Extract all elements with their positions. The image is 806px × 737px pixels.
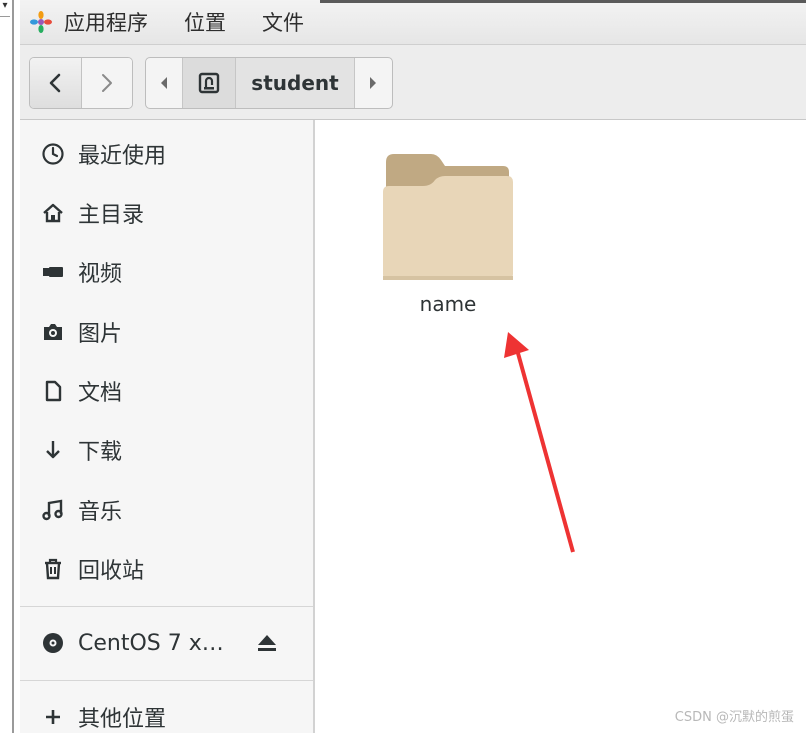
path-home-button[interactable] [182,58,236,108]
arrow-shaft [514,345,575,553]
path-bar: student [145,57,393,109]
sidebar-item-trash[interactable]: 回收站 [20,549,313,589]
sidebar-item-label: 回收站 [78,559,145,584]
sidebar-item-label: 其他位置 [78,707,167,732]
forward-button[interactable] [81,58,132,108]
sidebar-item-label: 主目录 [78,203,145,228]
path-scroll-left-button[interactable] [146,58,182,108]
video-icon [40,259,66,285]
chevron-left-icon [49,73,61,93]
eject-icon[interactable] [256,633,278,653]
sidebar: 最近使用 主目录 视频 图片 文档 下载 音乐 回收站 CentOS 7 x… … [20,120,315,733]
file-view: name CSDN @沉默的煎蛋 [315,120,806,733]
clock-icon [40,141,66,167]
home-icon [40,200,66,226]
document-icon [40,378,66,404]
top-menubar: 应用程序 位置 文件 [20,0,806,45]
plus-icon [40,704,66,730]
watermark: CSDN @沉默的煎蛋 [674,710,794,725]
path-scroll-right-button[interactable] [355,58,391,108]
sidebar-item-recent[interactable]: 最近使用 [20,134,313,174]
sidebar-item-label: 视频 [78,262,123,287]
sidebar-item-other-locations[interactable]: 其他位置 [20,697,313,737]
toolbar: student [20,45,806,120]
menu-file[interactable]: 文件 [262,7,304,37]
sidebar-item-videos[interactable]: 视频 [20,252,313,292]
sidebar-separator [20,680,313,681]
sidebar-item-documents[interactable]: 文档 [20,371,313,411]
trash-icon [40,556,66,582]
sidebar-item-label: 图片 [78,322,123,347]
disc-icon [40,630,66,656]
sidebar-separator [20,606,313,607]
menubar-top-line [320,0,806,3]
download-icon [40,437,66,463]
back-button[interactable] [30,58,82,108]
sidebar-item-downloads[interactable]: 下载 [20,430,313,470]
sidebar-item-label: 音乐 [78,500,123,525]
sidebar-item-pictures[interactable]: 图片 [20,312,313,352]
sidebar-item-label: 文档 [78,381,123,406]
sidebar-item-label: 最近使用 [78,144,167,169]
chevron-right-icon [101,74,112,92]
sidebar-item-label: 下载 [78,440,123,465]
menu-applications[interactable]: 应用程序 [64,7,148,37]
camera-icon [40,319,66,345]
window-edge: ▾ [0,0,14,733]
sidebar-item-home[interactable]: 主目录 [20,193,313,233]
applications-icon[interactable] [30,11,52,33]
menu-places[interactable]: 位置 [184,7,226,37]
music-icon [40,497,66,523]
sidebar-item-music[interactable]: 音乐 [20,490,313,530]
navigation-buttons [29,57,133,109]
path-current-folder-button[interactable]: student [236,58,355,108]
triangle-left-icon [161,77,167,89]
sidebar-item-label: CentOS 7 x… [78,630,224,656]
home-folder-icon [198,72,220,94]
annotation-arrow [504,332,575,553]
edge-corner: ▾ [0,0,10,17]
triangle-right-icon [370,77,376,89]
